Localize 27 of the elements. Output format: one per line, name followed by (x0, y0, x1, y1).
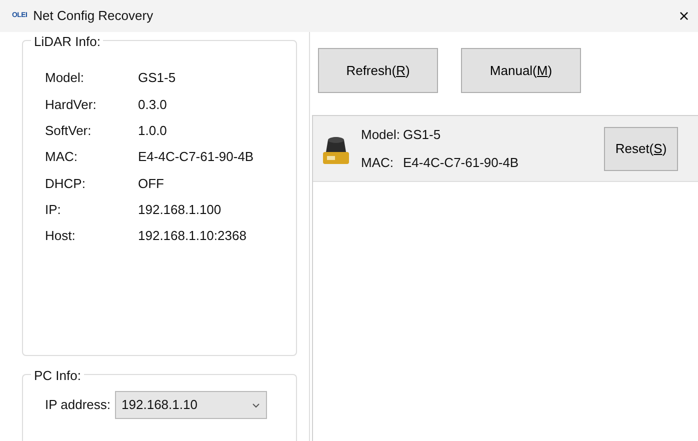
field-label: Model: (45, 69, 86, 88)
field-label: DHCP: (45, 174, 86, 193)
field-value: OFF (138, 174, 164, 193)
action-button[interactable]: Refresh(R) (318, 48, 438, 93)
field-label: SoftVer: (45, 122, 92, 140)
field-value: 192.168.1.100 (138, 200, 222, 219)
ip-address-dropdown[interactable]: 192.168.1.10 (114, 391, 267, 419)
field-value: 192.168.1.10:2368 (138, 227, 246, 246)
field-label: IP: (45, 200, 62, 219)
device-item[interactable]: Model: GS1-5 MAC: E4-4C-C7-61-90-4B Reset(S) (313, 116, 698, 182)
field-label: HardVer: (45, 96, 98, 114)
caret-icon (252, 402, 260, 408)
action-button[interactable]: Manual(M) (461, 48, 581, 93)
reset-button[interactable]: Reset(S) (604, 126, 678, 170)
window-title: Net Config Recovery (33, 7, 154, 26)
field-value: E4-4C-C7-61-90-4B (138, 148, 254, 166)
field-value: GS1-5 (138, 69, 176, 88)
field-value: 1.0.0 (138, 122, 167, 140)
field-value: GS1-5 (403, 127, 441, 142)
field-label: Host: (45, 227, 76, 246)
field-value: 0.3.0 (138, 96, 167, 114)
close-button[interactable]: × (670, 7, 698, 25)
field-label: Model: (361, 126, 402, 144)
field-label: MAC: (45, 148, 78, 166)
ip-address-label: IP address: (45, 396, 111, 414)
field-value: E4-4C-C7-61-90-4B (403, 154, 519, 170)
field-label: MAC: (361, 154, 394, 172)
